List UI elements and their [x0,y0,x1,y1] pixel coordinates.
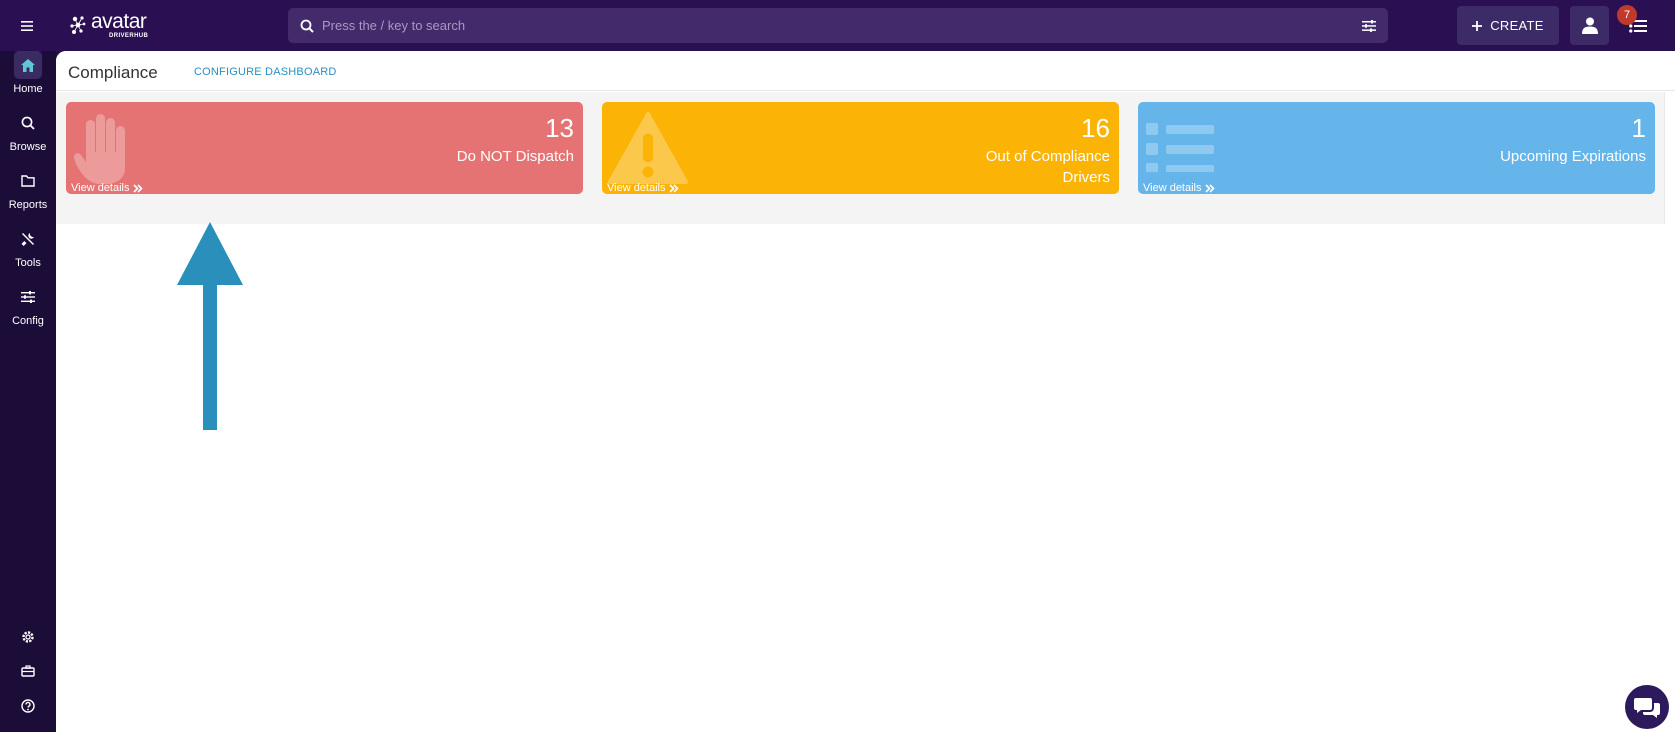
sidebar-item-tools[interactable]: Tools [0,225,56,269]
warning-icon [608,112,688,184]
scrollbar[interactable] [1664,92,1675,224]
double-chevron-right-icon [1204,183,1215,193]
view-details-link[interactable]: View details [71,182,143,194]
page-header: Compliance CONFIGURE DASHBOARD [56,51,1675,91]
chat-bubbles-icon [1634,698,1660,718]
view-details-link[interactable]: View details [607,182,679,194]
configure-dashboard-link[interactable]: CONFIGURE DASHBOARD [194,66,337,78]
dashboard-cards: 13 Do NOT Dispatch View details 16 Out o… [56,92,1664,224]
sidebar-item-label: Config [12,315,44,327]
double-chevron-right-icon [132,183,143,193]
card-count: 1 [1631,113,1646,143]
card-count: 16 [1081,113,1110,143]
sidebar-item-config[interactable]: Config [0,283,56,327]
view-details-link[interactable]: View details [1143,182,1215,194]
search-input[interactable] [322,18,1362,33]
briefcase-icon[interactable] [16,659,40,683]
card-out-of-compliance[interactable]: 16 Out of Compliance Drivers View detail… [602,102,1119,194]
search-icon [14,109,42,137]
card-label: Do NOT Dispatch [456,148,574,165]
annotation-arrow-up-icon [177,222,243,430]
hand-stop-icon [73,114,125,184]
list-icon [1146,123,1214,172]
main-content: Compliance CONFIGURE DASHBOARD 13 Do NOT… [56,51,1675,732]
view-details-label: View details [607,182,666,194]
app-logo[interactable]: avatar DRIVERHUB [68,10,148,40]
double-chevron-right-icon [668,183,679,193]
search-icon [300,19,314,33]
sliders-icon [14,283,42,311]
menu-icon[interactable] [17,16,37,36]
create-button[interactable]: CREATE [1457,6,1559,45]
filter-sliders-icon[interactable] [1362,19,1376,32]
search-bar[interactable] [288,8,1388,43]
plus-icon [1472,20,1483,31]
gear-icon[interactable] [16,625,40,649]
page-title: Compliance [68,63,158,82]
top-bar: avatar DRIVERHUB CREATE 7 [0,0,1675,51]
user-icon [1581,17,1598,34]
card-label: Upcoming Expirations [1500,148,1646,165]
logo-mark-icon [70,16,86,34]
sidebar-item-reports[interactable]: Reports [0,167,56,211]
home-icon [14,51,42,79]
sidebar-item-label: Browse [9,141,47,153]
card-label: Out of Compliance Drivers [985,148,1110,186]
help-icon[interactable] [16,694,40,718]
view-details-label: View details [1143,182,1202,194]
sidebar-item-label: Reports [8,199,48,211]
logo-text: avatar [91,10,147,33]
sidebar-item-label: Home [13,83,43,95]
tools-icon [14,225,42,253]
card-do-not-dispatch[interactable]: 13 Do NOT Dispatch View details [66,102,583,194]
view-details-label: View details [71,182,130,194]
sidebar-item-label: Tools [15,257,41,269]
sidebar-item-browse[interactable]: Browse [0,109,56,153]
card-count: 13 [545,113,574,143]
sidebar-item-home[interactable]: Home [0,51,56,95]
user-menu-button[interactable] [1570,6,1609,45]
logo-subtext: DRIVERHUB [109,33,149,39]
sidebar: Home Browse Reports Tools Config [0,51,56,732]
card-upcoming-expirations[interactable]: 1 Upcoming Expirations View details [1138,102,1655,194]
folder-icon [14,167,42,195]
notification-badge: 7 [1617,5,1637,25]
create-label: CREATE [1490,18,1544,33]
chat-button[interactable] [1625,685,1669,729]
